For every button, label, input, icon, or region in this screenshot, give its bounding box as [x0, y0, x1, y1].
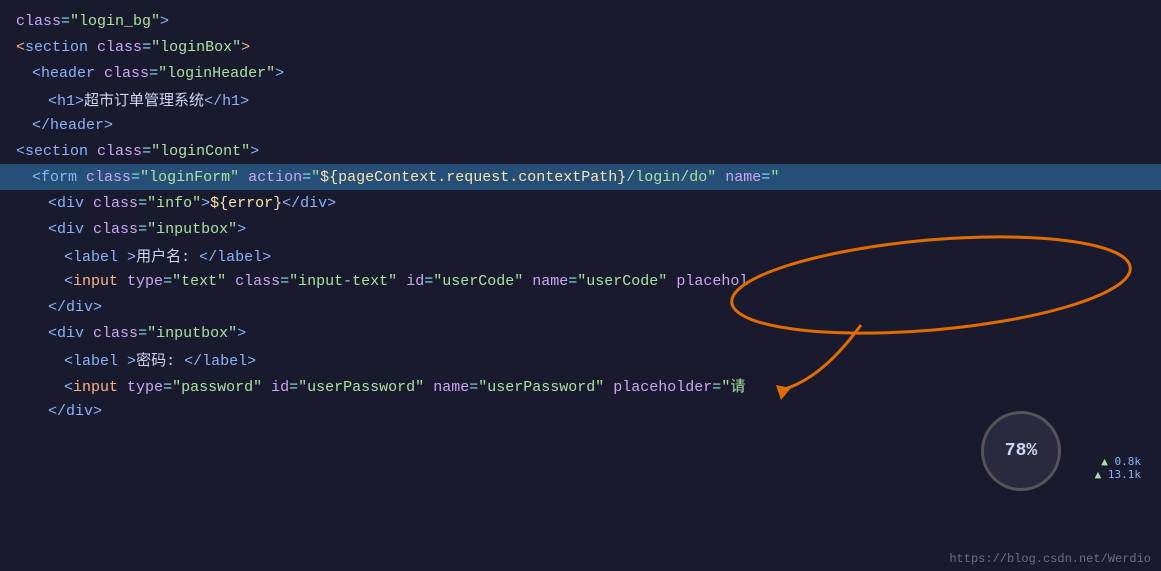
code-line: <section class="loginCont"> — [0, 138, 1161, 164]
code-text: <form class="loginForm" action="${pageCo… — [32, 169, 779, 186]
code-text: class="login_bg"> — [16, 13, 169, 30]
code-text: <label >密码: </label> — [64, 349, 256, 370]
code-text: <section class="loginCont"> — [16, 143, 259, 160]
code-line: </header> — [0, 112, 1161, 138]
code-editor: class="login_bg"> <section class="loginB… — [0, 0, 1161, 571]
code-line: <input type="text" class="input-text" id… — [0, 268, 1161, 294]
code-line: <div class="inputbox"> — [0, 320, 1161, 346]
code-lines: class="login_bg"> <section class="loginB… — [0, 0, 1161, 432]
code-line: <label >密码: </label> — [0, 346, 1161, 372]
perf-stats: ▲ 0.8k ▲ 13.1k — [1095, 455, 1141, 481]
code-line: <h1>超市订单管理系统</h1> — [0, 86, 1161, 112]
code-text: <div class="inputbox"> — [48, 325, 246, 342]
code-text: <h1>超市订单管理系统</h1> — [48, 89, 249, 110]
perf-stat1: ▲ 0.8k — [1095, 455, 1141, 468]
code-text: <header class="loginHeader"> — [32, 65, 284, 82]
perf-widget: 78% — [981, 411, 1061, 491]
code-text: </div> — [48, 403, 102, 420]
code-text: <div class="info">${error}</div> — [48, 195, 336, 212]
code-text: <input type="password" id="userPassword"… — [64, 375, 745, 396]
code-line: </div> — [0, 398, 1161, 424]
code-line: <section class="loginBox"> — [0, 34, 1161, 60]
code-text: <label >用户名: </label> — [64, 245, 271, 266]
code-text: <input type="text" class="input-text" id… — [64, 273, 748, 290]
code-line: <header class="loginHeader"> — [0, 60, 1161, 86]
perf-stat2: ▲ 13.1k — [1095, 468, 1141, 481]
code-text: <section class="loginBox"> — [16, 39, 250, 56]
code-line: <div class="info">${error}</div> — [0, 190, 1161, 216]
code-line-highlighted: <form class="loginForm" action="${pageCo… — [0, 164, 1161, 190]
code-line: class="login_bg"> — [0, 8, 1161, 34]
code-line: </div> — [0, 294, 1161, 320]
perf-percentage: 78% — [1005, 441, 1037, 461]
bottom-url: https://blog.csdn.net/Werdio — [949, 552, 1151, 566]
code-line: <div class="inputbox"> — [0, 216, 1161, 242]
code-line: <input type="password" id="userPassword"… — [0, 372, 1161, 398]
code-line: <label >用户名: </label> — [0, 242, 1161, 268]
code-text: </div> — [48, 299, 102, 316]
code-text: <div class="inputbox"> — [48, 221, 246, 238]
code-text: </header> — [32, 117, 113, 134]
